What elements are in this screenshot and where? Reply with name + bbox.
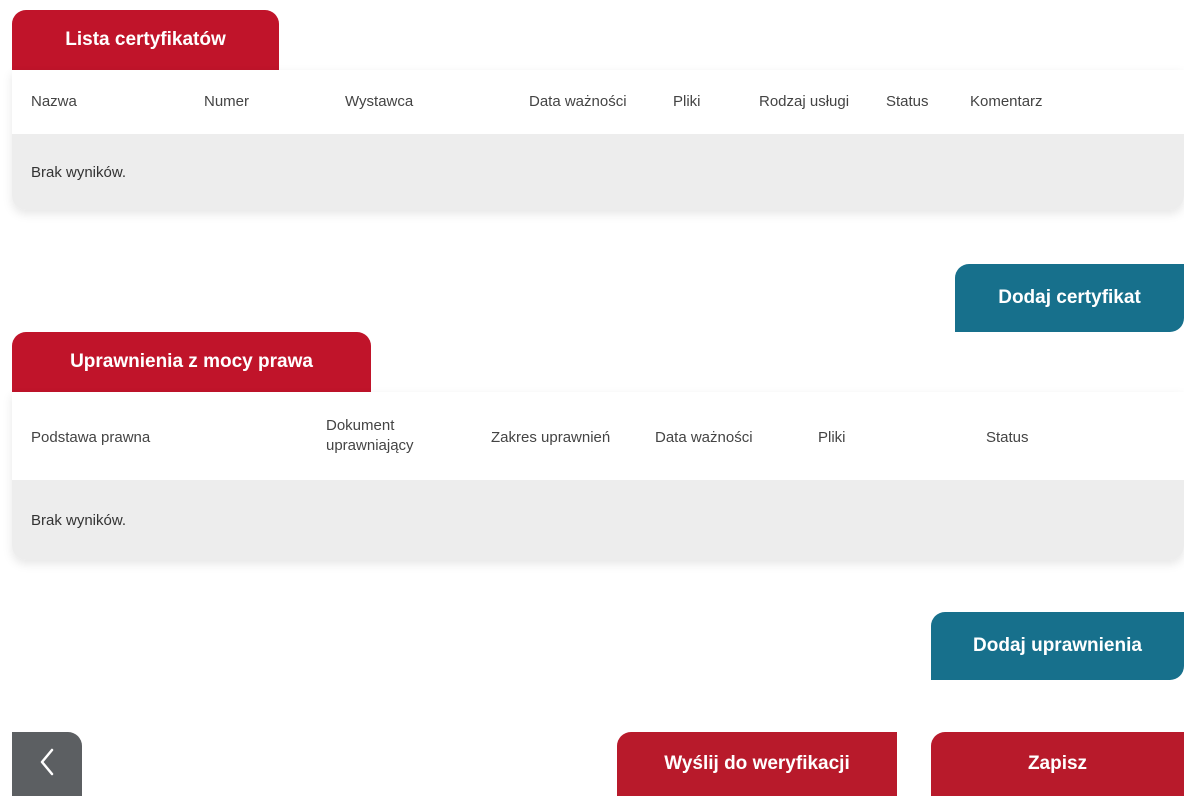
certificates-empty-row: Brak wyników. [12,134,1184,210]
entitlements-table-header: Podstawa prawna Dokument uprawniający Za… [12,392,1184,480]
column-header-files[interactable]: Pliki [673,92,701,112]
back-button[interactable] [12,732,82,796]
add-entitlements-button[interactable]: Dodaj uprawnienia [931,612,1184,680]
certificates-table: Nazwa Numer Wystawca Data ważności Pliki… [12,70,1184,210]
column-header-expiry-date[interactable]: Data ważności [655,428,753,448]
column-header-authorizing-document[interactable]: Dokument uprawniający [326,416,456,456]
send-for-verification-button[interactable]: Wyślij do weryfikacji [617,732,897,796]
save-button[interactable]: Zapisz [931,732,1184,796]
entitlements-empty-row: Brak wyników. [12,480,1184,560]
entitlements-table: Podstawa prawna Dokument uprawniający Za… [12,392,1184,560]
add-certificate-button-label: Dodaj certyfikat [998,287,1141,308]
send-for-verification-button-label: Wyślij do weryfikacji [664,753,850,774]
certificates-empty-text: Brak wyników. [31,163,127,181]
column-header-number[interactable]: Numer [204,92,249,112]
tab-legal-entitlements[interactable]: Uprawnienia z mocy prawa [12,332,371,392]
tab-legal-entitlements-label: Uprawnienia z mocy prawa [70,351,313,372]
tab-certificate-list[interactable]: Lista certyfikatów [12,10,279,70]
column-header-name[interactable]: Nazwa [31,92,77,112]
add-entitlements-button-label: Dodaj uprawnienia [973,635,1142,656]
column-header-issuer[interactable]: Wystawca [345,92,413,112]
chevron-left-icon [38,747,56,782]
column-header-comment[interactable]: Komentarz [970,92,1043,112]
entitlements-empty-text: Brak wyników. [31,511,127,529]
column-header-scope[interactable]: Zakres uprawnień [491,428,610,448]
save-button-label: Zapisz [1027,753,1088,774]
column-header-status[interactable]: Status [886,92,929,112]
add-certificate-button[interactable]: Dodaj certyfikat [955,264,1184,332]
column-header-files[interactable]: Pliki [818,428,846,448]
certificates-table-header: Nazwa Numer Wystawca Data ważności Pliki… [12,70,1184,134]
column-header-expiry-date[interactable]: Data ważności [529,92,627,112]
column-header-service-type[interactable]: Rodzaj usługi [759,92,849,112]
column-header-status[interactable]: Status [986,428,1029,448]
tab-certificate-list-label: Lista certyfikatów [65,29,226,50]
column-header-legal-basis[interactable]: Podstawa prawna [31,428,150,448]
